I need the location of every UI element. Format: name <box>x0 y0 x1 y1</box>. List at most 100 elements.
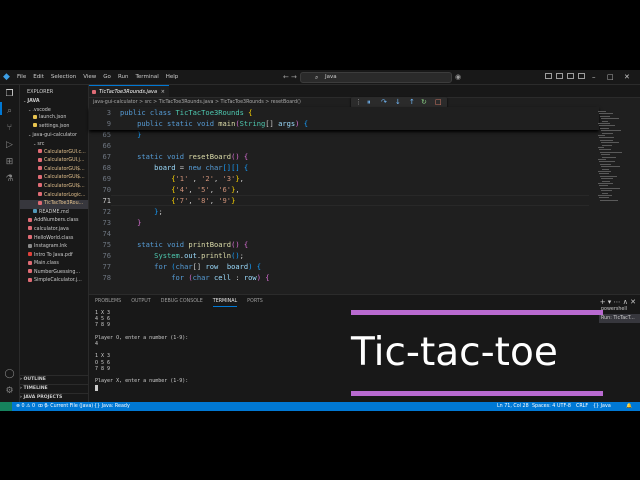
indentation[interactable]: Spaces: 4 <box>532 402 555 411</box>
close-tab-icon[interactable]: × <box>161 86 165 98</box>
menu-terminal[interactable]: Terminal <box>135 70 158 84</box>
code-line[interactable]: board = new char[][] { <box>120 163 248 172</box>
code-line[interactable]: {'7', '8', '9'} <box>120 196 235 205</box>
tree-file[interactable]: CalculatorGUI$... <box>20 166 88 175</box>
menu-file[interactable]: File <box>17 70 26 84</box>
toggle-panel-icon[interactable] <box>556 73 563 79</box>
search-icon[interactable]: ⌕ <box>4 106 15 117</box>
run-debug-icon[interactable]: ▷ <box>4 140 15 151</box>
account-icon[interactable]: ◯ <box>4 369 15 380</box>
tree-file[interactable]: NumberGuessing... <box>20 269 88 278</box>
menu-selection[interactable]: Selection <box>51 70 76 84</box>
tree-folder[interactable]: ⌄src <box>20 140 88 149</box>
code-line[interactable]: for (char cell : row) { <box>120 273 269 282</box>
menu-help[interactable]: Help <box>166 70 179 84</box>
tree-file[interactable]: TicTacToe3Rou... <box>20 200 88 209</box>
code-line[interactable]: {'4', '5', '6'}, <box>120 185 239 194</box>
code-line[interactable]: } <box>120 130 141 139</box>
java-status[interactable]: {} Java: Ready <box>94 402 130 411</box>
tree-file[interactable]: Main.class <box>20 260 88 269</box>
tree-folder[interactable]: ⌄JAVA <box>20 97 88 106</box>
menu-view[interactable]: View <box>83 70 96 84</box>
forward-arrow-icon[interactable]: → <box>291 72 297 82</box>
tree-file[interactable]: HelloWorld.class <box>20 235 88 244</box>
file-type-icon <box>28 269 32 274</box>
customize-layout-icon[interactable] <box>578 73 585 79</box>
code-line[interactable]: public static void main(String[] args) { <box>120 119 308 128</box>
minimap-line <box>601 166 620 168</box>
code-line[interactable]: } <box>120 218 141 227</box>
code-line[interactable]: }; <box>120 207 163 216</box>
panel-tab-ports[interactable]: PORTS <box>247 297 263 307</box>
tree-file[interactable]: AddNumbers.class <box>20 217 88 226</box>
settings-gear-icon[interactable]: ⚙ <box>4 386 15 397</box>
menu-run[interactable]: Run <box>118 70 129 84</box>
tree-file[interactable]: Instagram.lnk <box>20 243 88 252</box>
panel-tab-output[interactable]: OUTPUT <box>131 297 151 307</box>
maximize-icon[interactable]: □ <box>607 70 614 84</box>
minimap-line <box>598 147 604 148</box>
code-line[interactable]: static void printBoard() { <box>120 240 248 249</box>
tree-file[interactable]: CalculatorGUI$... <box>20 183 88 192</box>
copilot-icon[interactable]: ◉ <box>455 72 461 82</box>
code-line[interactable]: public class TicTacToe3Rounds { <box>120 108 252 117</box>
encoding[interactable]: UTF-8 <box>557 402 571 411</box>
source-control-icon[interactable]: ⑂ <box>4 123 15 134</box>
chevron-down-icon[interactable]: ⌄ <box>33 141 36 146</box>
tree-file[interactable]: settings.json <box>20 123 88 132</box>
tree-file[interactable]: CalculatorGUI.c... <box>20 149 88 158</box>
file-type-icon <box>28 217 32 222</box>
tree-folder[interactable]: ⌄.vscode <box>20 106 88 115</box>
code-line[interactable]: for (char[] row board) { <box>120 262 261 271</box>
command-center-search[interactable]: ⌕ Java <box>300 72 452 83</box>
tree-folder[interactable]: ⌄java-gui-calculator <box>20 131 88 140</box>
run-current-file[interactable]: ▷ Current File (Java) <box>45 402 93 411</box>
menu-go[interactable]: Go <box>103 70 111 84</box>
language-mode[interactable]: {} Java <box>593 402 611 411</box>
remote-indicator[interactable] <box>0 402 12 411</box>
terminal-session[interactable]: Run: TicTacT... <box>599 314 640 323</box>
tree-file[interactable]: Intro To Java.pdf <box>20 252 88 261</box>
extensions-icon[interactable]: ⊞ <box>4 157 15 168</box>
toggle-secondary-sidebar-icon[interactable] <box>567 73 574 79</box>
cursor-position[interactable]: Ln 71, Col 28 <box>497 402 529 411</box>
breadcrumb[interactable]: java-gui-calculator > src > TicTacToe3Ro… <box>93 98 301 107</box>
tree-file[interactable]: launch.json <box>20 114 88 123</box>
tree-file[interactable]: README.md <box>20 209 88 218</box>
terminal-session[interactable]: powershell <box>599 305 640 314</box>
testing-icon[interactable]: ⚗ <box>4 174 15 185</box>
tree-item-label: README.md <box>39 209 69 215</box>
chevron-down-icon[interactable]: ⌄ <box>28 132 31 137</box>
panel-tab-debug-console[interactable]: DEBUG CONSOLE <box>161 297 203 307</box>
tree-file[interactable]: CalculatorLogic... <box>20 192 88 201</box>
panel-tab-problems[interactable]: PROBLEMS <box>95 297 121 307</box>
tab-tictactoe[interactable]: TicTacToe3Rounds.java × <box>89 85 169 97</box>
tree-file[interactable]: SimpleCalculator.j... <box>20 277 88 286</box>
line-ending[interactable]: CRLF <box>576 402 588 411</box>
menu-edit[interactable]: Edit <box>33 70 44 84</box>
code-view[interactable]: 64 sc.close();65 }6667 static void reset… <box>89 107 589 303</box>
minimap-line <box>599 173 609 175</box>
panel-tab-terminal[interactable]: TERMINAL <box>212 297 238 307</box>
tree-file[interactable]: CalculatorGUI$... <box>20 174 88 183</box>
close-icon[interactable]: ✕ <box>624 70 630 84</box>
tree-file[interactable]: calculator.java <box>20 226 88 235</box>
tree-file[interactable]: CalculatorGUI.j... <box>20 157 88 166</box>
explorer-icon[interactable]: ❐ <box>4 89 15 100</box>
minimap-line <box>602 120 608 122</box>
back-arrow-icon[interactable]: ← <box>283 72 289 82</box>
explorer-sidebar: EXPLORER ⌄JAVA ⌄.vscode launch.json setting… <box>20 85 89 402</box>
minimap-line <box>601 142 619 144</box>
toggle-sidebar-icon[interactable] <box>545 73 552 79</box>
chevron-down-icon[interactable]: ⌄ <box>23 98 26 103</box>
minimap-line <box>602 144 612 146</box>
minimize-icon[interactable]: – <box>592 70 596 84</box>
problems-count[interactable]: ⊗ 0 ⚠ 0 <box>16 402 35 411</box>
code-line[interactable]: static void resetBoard() { <box>120 152 248 161</box>
minimap[interactable] <box>594 107 640 303</box>
code-line[interactable]: {'1' , '2', '3'}, <box>120 174 244 183</box>
notifications-bell-icon[interactable]: 🔔 <box>626 402 632 411</box>
code-line[interactable]: System.out.println(); <box>120 251 244 260</box>
chevron-down-icon[interactable]: ⌄ <box>28 107 31 112</box>
tree-item-label: calculator.java <box>34 226 69 232</box>
